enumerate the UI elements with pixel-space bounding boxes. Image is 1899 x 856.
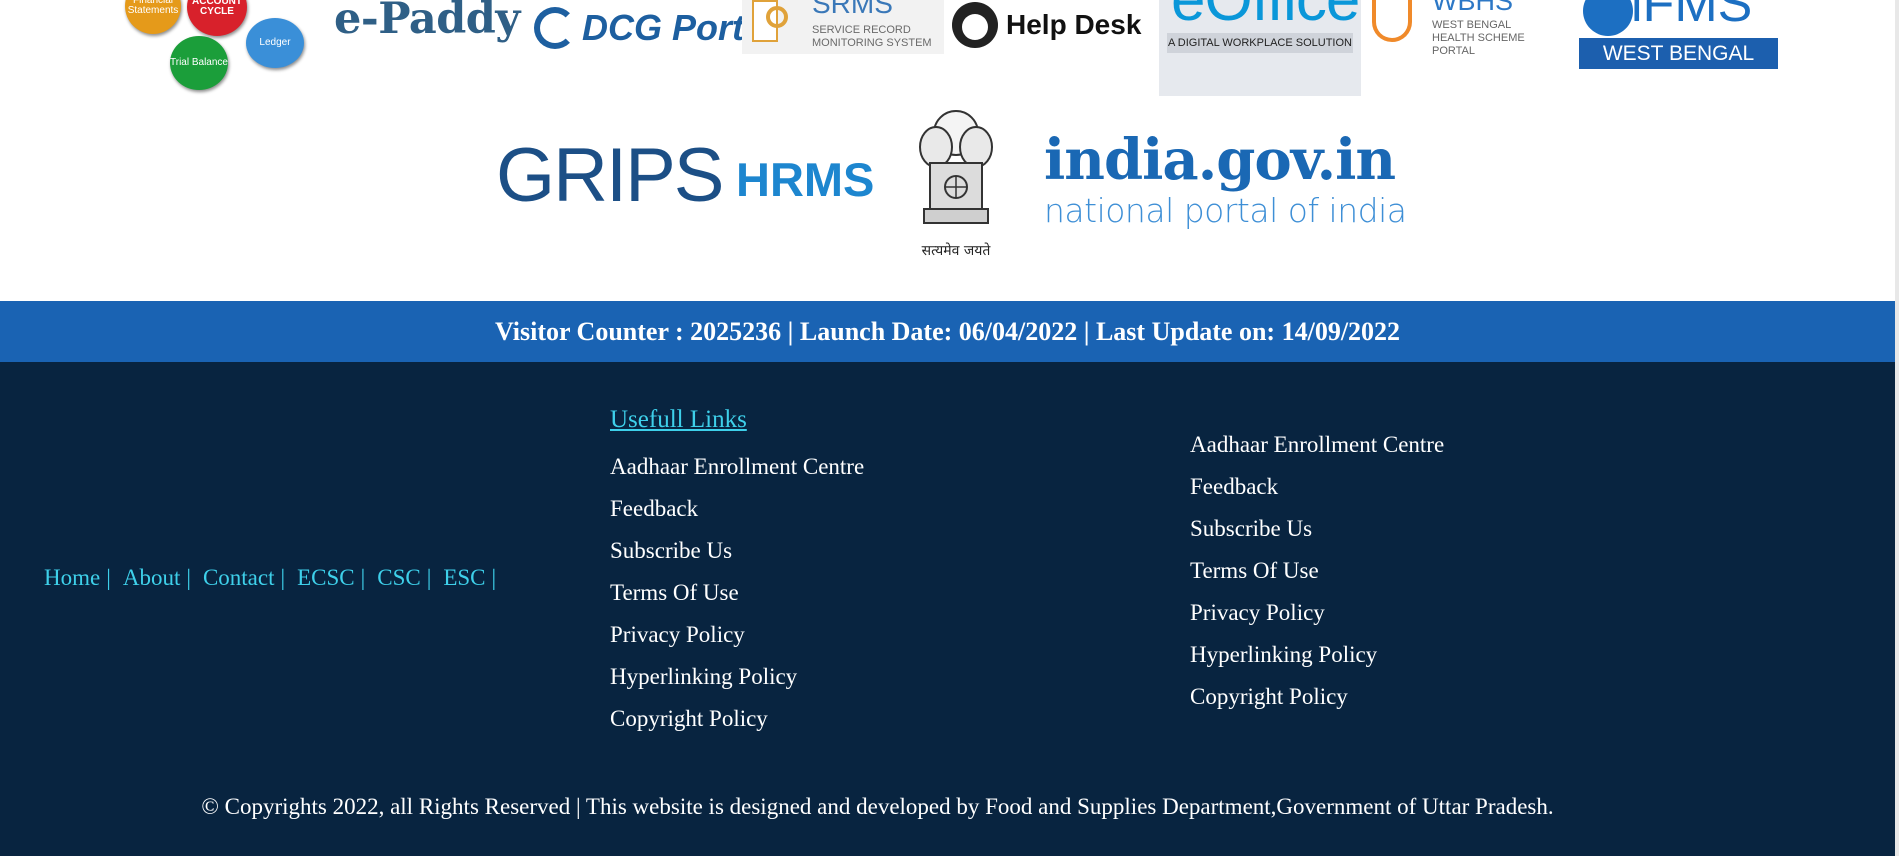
footer-link-hyperlinking-policy[interactable]: Hyperlinking Policy bbox=[1190, 634, 1444, 676]
nav-separator: | bbox=[186, 565, 191, 590]
dcg-portal-logo[interactable]: DCG Portal bbox=[534, 0, 774, 56]
useful-links-column: Usefull Links Aadhaar Enrollment Centre … bbox=[610, 406, 864, 740]
site-footer: Home | About | Contact | ECSC | CSC | ESC | Us… bbox=[0, 362, 1895, 856]
globe-icon bbox=[1583, 0, 1633, 36]
ifms-band: WEST BENGAL bbox=[1579, 38, 1778, 69]
eoffice-logo[interactable]: eOffice A DIGITAL WORKPLACE SOLUTION bbox=[1159, 0, 1361, 96]
srms-title: SRMS bbox=[812, 0, 893, 19]
grips-word: GRIPS bbox=[496, 133, 724, 218]
eoffice-word: eOffice bbox=[1171, 0, 1360, 35]
wbhs-subtitle: WEST BENGAL HEALTH SCHEME PORTAL bbox=[1432, 19, 1570, 59]
srms-logo[interactable]: SRMS SERVICE RECORD MONITORING SYSTEM bbox=[742, 0, 944, 54]
footer-link-feedback[interactable]: Feedback bbox=[1190, 466, 1444, 508]
wbhs-line1: WEST BENGAL bbox=[1432, 19, 1512, 31]
footer-link-aadhaar-enrollment-centre[interactable]: Aadhaar Enrollment Centre bbox=[1190, 424, 1444, 466]
wbhs-line2: HEALTH SCHEME PORTAL bbox=[1432, 32, 1525, 58]
epaddy-logo[interactable]: e-Paddy bbox=[334, 0, 520, 44]
hrms-logo[interactable]: HRMS bbox=[736, 152, 874, 207]
nav-separator: | bbox=[280, 565, 286, 590]
scrollbar-gutter[interactable] bbox=[1895, 0, 1899, 856]
nav-separator: | bbox=[426, 565, 432, 590]
footer-nav-csc[interactable]: CSC bbox=[377, 565, 420, 591]
cycle-ball-financial-statements: Financial Statements bbox=[125, 0, 181, 34]
stethoscope-icon bbox=[1372, 0, 1412, 42]
visitor-counter-text: Visitor Counter : 2025236 | Launch Date:… bbox=[494, 316, 1401, 346]
footer-nav-contact[interactable]: Contact bbox=[203, 565, 275, 591]
footer-link-hyperlinking-policy[interactable]: Hyperlinking Policy bbox=[610, 656, 864, 698]
accounting-cycle-logo[interactable]: Financial Statements ACCOUNT CYCLE Trial… bbox=[120, 0, 310, 92]
srms-subtitle-line2: MONITORING SYSTEM bbox=[812, 36, 932, 49]
ifms-word: iFMS bbox=[1631, 0, 1753, 33]
india-gov-logo[interactable]: india.gov.in national portal of india bbox=[1044, 127, 1407, 230]
footer-link-privacy-policy[interactable]: Privacy Policy bbox=[1190, 592, 1444, 634]
india-gov-title: india.gov.in bbox=[1044, 127, 1396, 193]
footer-link-feedback[interactable]: Feedback bbox=[610, 488, 864, 530]
footer-link-subscribe-us[interactable]: Subscribe Us bbox=[610, 530, 864, 572]
ifms-logo[interactable]: iFMS WEST BENGAL bbox=[1579, 0, 1778, 70]
nav-separator: | bbox=[360, 565, 366, 590]
footer-link-terms-of-use[interactable]: Terms Of Use bbox=[1190, 550, 1444, 592]
partner-logos-strip: Financial Statements ACCOUNT CYCLE Trial… bbox=[0, 0, 1895, 301]
footer-nav-about[interactable]: About bbox=[123, 565, 181, 591]
india-gov-subtitle: national portal of india bbox=[1044, 191, 1407, 230]
footer-link-copyright-policy[interactable]: Copyright Policy bbox=[1190, 676, 1444, 718]
wbhs-title: WBHS bbox=[1432, 0, 1513, 16]
national-emblem: सत्यमेव जयते bbox=[906, 103, 1006, 259]
lion-capital-icon bbox=[919, 110, 993, 224]
emblem-caption: सत्यमेव जयते bbox=[921, 243, 991, 259]
useful-links-heading[interactable]: Usefull Links bbox=[610, 406, 864, 434]
headset-icon bbox=[952, 2, 998, 48]
cycle-ball-account-cycle: ACCOUNT CYCLE bbox=[187, 0, 247, 36]
dcg-c-icon bbox=[534, 7, 576, 49]
wbhs-logo[interactable]: WBHS WEST BENGAL HEALTH SCHEME PORTAL bbox=[1370, 0, 1570, 59]
help-desk-label: Help Desk bbox=[1006, 9, 1142, 40]
nav-separator: | bbox=[106, 565, 111, 590]
copyright-notice: © Copyrights 2022, all Rights Reserved |… bbox=[201, 794, 1554, 819]
footer-nav-ecsc[interactable]: ECSC bbox=[297, 565, 355, 591]
policy-links-column: Aadhaar Enrollment Centre Feedback Subsc… bbox=[1190, 424, 1444, 718]
cycle-ball-ledger: Ledger bbox=[246, 18, 304, 68]
visitor-counter-band: Visitor Counter : 2025236 | Launch Date:… bbox=[0, 301, 1895, 362]
footer-nav: Home | About | Contact | ECSC | CSC | ESC | bbox=[44, 565, 508, 591]
grips-logo[interactable]: GRIPS bbox=[496, 138, 724, 214]
footer-link-subscribe-us[interactable]: Subscribe Us bbox=[1190, 508, 1444, 550]
help-desk-logo[interactable]: Help Desk bbox=[952, 0, 1141, 50]
footer-link-copyright-policy[interactable]: Copyright Policy bbox=[610, 698, 864, 740]
cycle-ball-trial-balance: Trial Balance bbox=[170, 36, 228, 90]
srms-subtitle-line1: SERVICE RECORD bbox=[812, 24, 911, 36]
footer-link-terms-of-use[interactable]: Terms Of Use bbox=[610, 572, 864, 614]
srms-subtitle: SERVICE RECORD MONITORING SYSTEM bbox=[812, 24, 932, 49]
eoffice-tagline: A DIGITAL WORKPLACE SOLUTION bbox=[1167, 33, 1353, 53]
footer-nav-home[interactable]: Home bbox=[44, 565, 100, 591]
nav-separator: | bbox=[491, 565, 497, 590]
footer-link-aadhaar-enrollment-centre[interactable]: Aadhaar Enrollment Centre bbox=[610, 446, 864, 488]
footer-link-privacy-policy[interactable]: Privacy Policy bbox=[610, 614, 864, 656]
magnifier-icon bbox=[766, 6, 788, 28]
footer-nav-esc[interactable]: ESC bbox=[443, 565, 485, 591]
